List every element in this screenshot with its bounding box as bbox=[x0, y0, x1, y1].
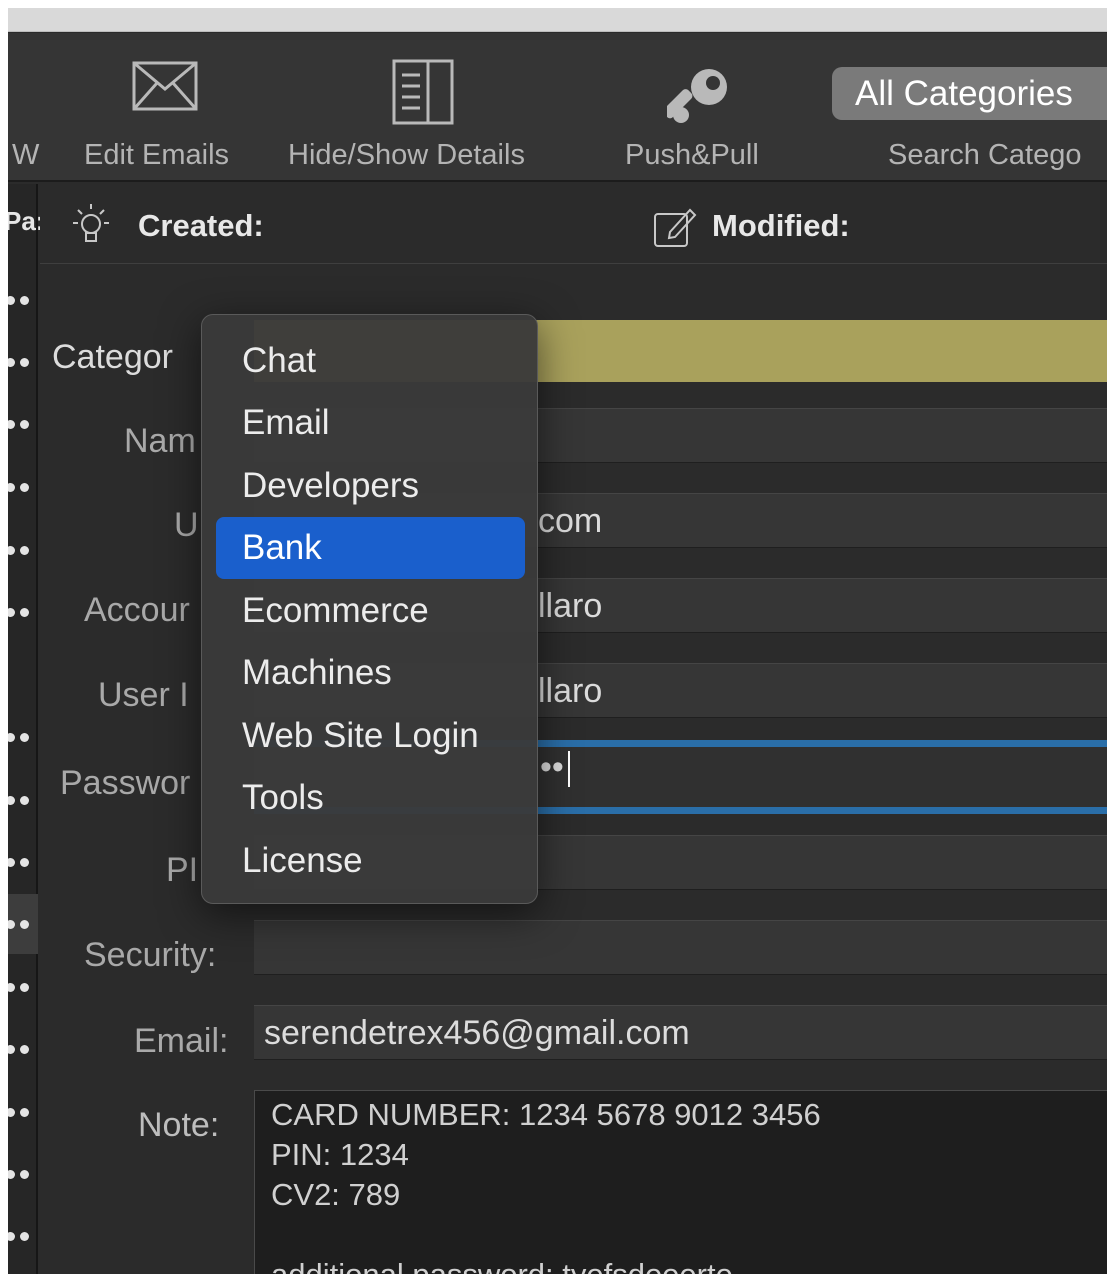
email-field[interactable]: serendetrex456@gmail.com bbox=[254, 1005, 1107, 1060]
list-item[interactable] bbox=[8, 280, 38, 320]
edit-note-icon bbox=[654, 208, 697, 247]
list-item[interactable] bbox=[8, 467, 38, 507]
category-dropdown-menu: Chat Email Developers Bank Ecommerce Mac… bbox=[201, 314, 538, 904]
edit-emails-button[interactable]: Edit Emails bbox=[84, 33, 254, 182]
note-textarea[interactable]: CARD NUMBER: 1234 5678 9012 3456 PIN: 12… bbox=[254, 1090, 1107, 1274]
list-item[interactable] bbox=[8, 842, 38, 882]
menu-item-license[interactable]: License bbox=[216, 830, 525, 892]
entries-list[interactable]: Pa: bbox=[8, 184, 44, 1274]
text-cursor bbox=[567, 751, 570, 788]
key-icon bbox=[667, 69, 727, 123]
list-header: Pa: bbox=[8, 206, 45, 236]
email-label: Email: bbox=[134, 1022, 229, 1060]
list-item[interactable] bbox=[8, 1092, 38, 1132]
toolbar-button-label: W bbox=[12, 139, 40, 171]
security-label: Security: bbox=[84, 936, 217, 974]
url-label: U bbox=[174, 506, 199, 544]
list-item-selected[interactable] bbox=[8, 894, 38, 954]
info-bar: Created: Modified: bbox=[40, 184, 1107, 264]
menu-item-ecommerce[interactable]: Ecommerce bbox=[216, 580, 525, 642]
toolbar-button-cut[interactable]: W bbox=[12, 33, 52, 182]
lightbulb-icon bbox=[73, 204, 109, 242]
envelope-icon bbox=[132, 61, 198, 111]
list-item[interactable] bbox=[8, 592, 38, 632]
hide-show-details-label: Hide/Show Details bbox=[288, 139, 525, 171]
created-label: Created: bbox=[138, 208, 264, 243]
modified-label: Modified: bbox=[712, 208, 850, 243]
menu-item-machines[interactable]: Machines bbox=[216, 642, 525, 704]
app-window: W Edit Emails Hide/Show Details Push&Pul… bbox=[8, 8, 1107, 1274]
name-label: Nam bbox=[124, 422, 196, 460]
password-label: Passwor bbox=[60, 764, 191, 802]
list-item[interactable] bbox=[8, 1154, 38, 1194]
list-item[interactable] bbox=[8, 1029, 38, 1069]
pin-label: PI bbox=[166, 851, 199, 889]
user-id-label: User I bbox=[98, 676, 189, 714]
list-item[interactable] bbox=[8, 1216, 38, 1256]
list-item[interactable] bbox=[8, 717, 38, 757]
security-field[interactable] bbox=[254, 920, 1107, 975]
menu-item-bank[interactable]: Bank bbox=[216, 517, 525, 579]
list-item[interactable] bbox=[8, 967, 38, 1007]
menu-item-web-site-login[interactable]: Web Site Login bbox=[216, 705, 525, 767]
menu-item-developers[interactable]: Developers bbox=[216, 455, 525, 517]
details-panel-icon bbox=[392, 59, 454, 125]
toolbar: W Edit Emails Hide/Show Details Push&Pul… bbox=[8, 33, 1107, 182]
list-item[interactable] bbox=[8, 342, 38, 382]
list-item[interactable] bbox=[8, 530, 38, 570]
list-item[interactable] bbox=[8, 780, 38, 820]
password-value: •• bbox=[540, 748, 564, 786]
search-categories-label: Search Catego bbox=[888, 139, 1082, 171]
edit-emails-label: Edit Emails bbox=[84, 139, 230, 171]
account-label: Accour bbox=[84, 591, 190, 629]
all-categories-select[interactable]: All Categories bbox=[832, 67, 1107, 120]
title-bar bbox=[8, 8, 1107, 32]
category-label: Categor bbox=[52, 338, 173, 376]
note-label: Note: bbox=[138, 1106, 220, 1144]
menu-item-email[interactable]: Email bbox=[216, 392, 525, 454]
menu-item-tools[interactable]: Tools bbox=[216, 767, 525, 829]
menu-item-chat[interactable]: Chat bbox=[216, 330, 525, 392]
push-pull-button[interactable]: Push&Pull bbox=[625, 33, 785, 182]
hide-show-details-button[interactable]: Hide/Show Details bbox=[288, 33, 568, 182]
list-item[interactable] bbox=[8, 404, 38, 444]
push-pull-label: Push&Pull bbox=[625, 139, 759, 171]
